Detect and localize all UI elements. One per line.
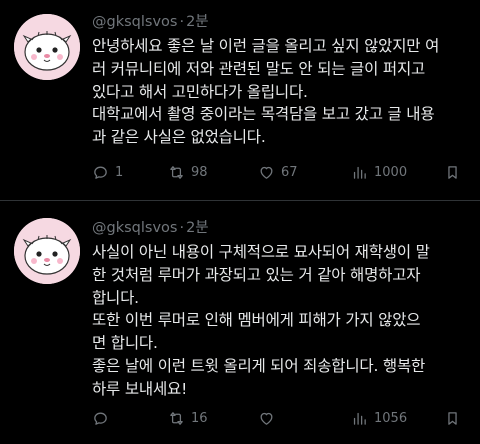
tweet[interactable]: @gksqlsvos · 2분 안녕하세요 좋은 날 이런 글을 올리고 싶지 않았… — [0, 0, 480, 200]
tweet-text-line: 대학교에서 촬영 중이라는 목격담을 보고 갔고 글 내용 — [92, 105, 435, 124]
bookmark-icon — [448, 411, 457, 425]
tweet-actions: 1 98 67 1000 — [92, 159, 480, 185]
reply-button[interactable] — [92, 405, 115, 431]
views-button[interactable]: 1056 — [351, 405, 407, 431]
tweet[interactable]: @gksqlsvos · 2분 사실이 아닌 내용이 구체적으로 묘사되어 재학생이… — [0, 206, 480, 444]
views-icon — [353, 166, 366, 179]
retweet-count: 16 — [191, 410, 208, 426]
retweet-button[interactable]: 98 — [168, 159, 208, 185]
views-count: 1000 — [374, 164, 408, 180]
avatar[interactable] — [14, 218, 80, 284]
tweet-header: @gksqlsvos · 2분 — [92, 216, 209, 237]
tweet-actions: 16 1056 — [92, 405, 480, 431]
tweet-text-line: 한 것처럼 루머가 과장되고 있는 거 같아 해명하고자 — [92, 265, 421, 284]
views-count: 1056 — [374, 410, 408, 426]
retweet-count: 98 — [191, 164, 208, 180]
avatar-hamster-image — [14, 218, 80, 284]
like-icon — [260, 412, 273, 425]
tweet-text-line: 또한 이번 루머로 인해 멤버에게 피해가 가지 않았으 — [92, 311, 421, 330]
tweet-text-line: 과 같은 사실은 없었습니다. — [92, 128, 266, 147]
retweet-button[interactable]: 16 — [168, 405, 208, 431]
reply-count: 1 — [115, 164, 124, 180]
tweet-header: @gksqlsvos · 2분 — [92, 10, 209, 31]
retweet-icon — [170, 411, 183, 425]
tweet-text-line: 좋은 날에 이런 트윗 올리게 되어 죄송합니다. 행복한 — [92, 356, 426, 375]
tweet-text-line: 러 커뮤니티에 저와 관련된 말도 안 되는 글이 퍼지고 — [92, 59, 426, 78]
tweet-time[interactable]: 2분 — [186, 14, 209, 30]
tweet-time[interactable]: 2분 — [186, 220, 209, 236]
bookmark-icon — [448, 165, 457, 179]
reply-icon — [94, 412, 107, 425]
like-button[interactable] — [258, 405, 281, 431]
bookmark-button[interactable] — [444, 405, 461, 431]
tweet-text-line: 하루 보내세요! — [92, 379, 188, 398]
tweet-text-line: 합니다. — [92, 288, 139, 307]
bookmark-button[interactable] — [444, 159, 461, 185]
avatar-hamster-image — [14, 14, 80, 80]
views-button[interactable]: 1000 — [351, 159, 407, 185]
header-separator: · — [179, 14, 185, 30]
like-count: 67 — [281, 164, 298, 180]
like-button[interactable]: 67 — [258, 159, 298, 185]
avatar[interactable] — [14, 14, 80, 80]
reply-button[interactable]: 1 — [92, 159, 123, 185]
retweet-icon — [170, 165, 183, 179]
like-icon — [260, 166, 273, 179]
tweet-text-line: 있다고 해서 고민하다가 올립니다. — [92, 82, 308, 101]
tweet-divider — [0, 200, 480, 201]
reply-icon — [94, 166, 107, 179]
user-handle[interactable]: @gksqlsvos — [92, 14, 177, 30]
tweet-text: 사실이 아닌 내용이 구체적으로 묘사되어 재학생이 말 한 것처럼 루머가 과… — [92, 241, 474, 401]
user-handle[interactable]: @gksqlsvos — [92, 220, 177, 236]
tweet-text-line: 안녕하세요 좋은 날 이런 글을 올리고 싶지 않았지만 여 — [92, 37, 440, 55]
views-icon — [353, 412, 366, 425]
header-separator: · — [179, 220, 185, 236]
tweet-text-line: 사실이 아닌 내용이 구체적으로 묘사되어 재학생이 말 — [92, 243, 430, 261]
tweet-text-line: 면 합니다. — [92, 334, 158, 353]
tweet-text: 안녕하세요 좋은 날 이런 글을 올리고 싶지 않았지만 여 러 커뮤니티에 저… — [92, 35, 474, 149]
